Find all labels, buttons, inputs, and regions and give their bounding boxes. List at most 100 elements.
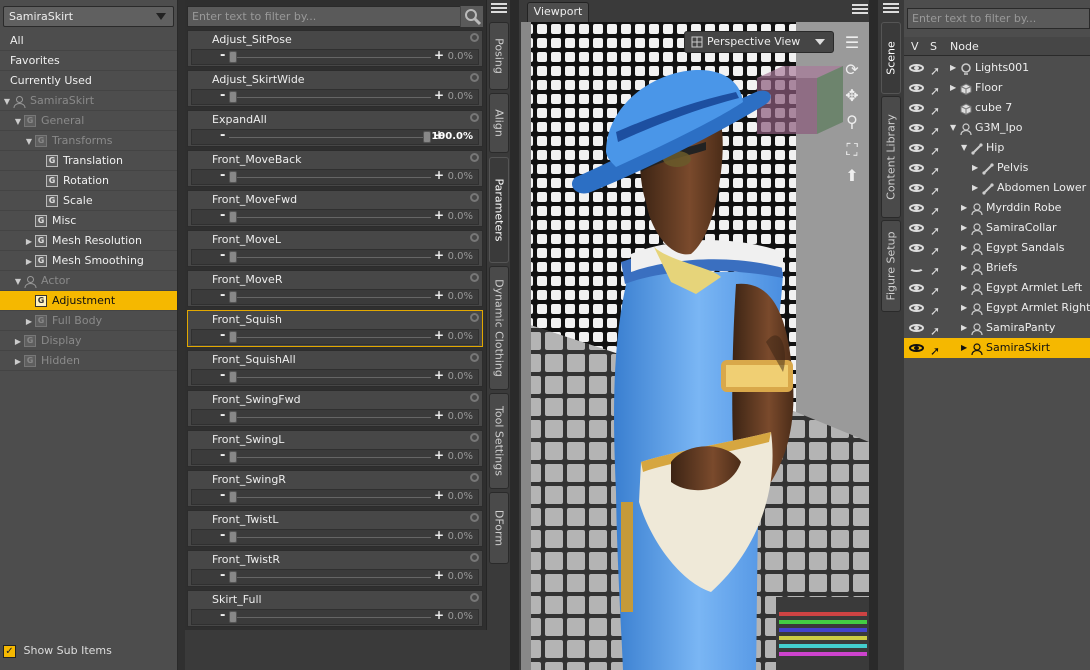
gear-icon[interactable] [470,313,479,322]
gear-icon[interactable] [470,433,479,442]
scene-node-row[interactable]: ➚ ▶ Briefs [904,258,1090,278]
tab-dynamic-clothing[interactable]: Dynamic Clothing [489,266,509,390]
visibility-eye-icon[interactable] [909,144,924,152]
decrement-icon[interactable]: - [220,608,225,623]
group-item[interactable]: Favorites [0,51,177,71]
frame-icon[interactable]: ⛶ [842,140,862,160]
slider-handle[interactable] [229,211,237,223]
parameter-value[interactable]: 0.0% [448,91,473,102]
slider-handle[interactable] [229,331,237,343]
group-item[interactable]: ▼ Actor [0,271,177,291]
visibility-eye-icon[interactable] [909,64,924,72]
parameter-slider-row[interactable]: Skirt_Full - +0.0% [187,590,483,627]
scene-node-row[interactable]: ➚ ▶ SamiraPanty [904,318,1090,338]
increment-icon[interactable]: + [434,528,444,542]
increment-icon[interactable]: + [434,568,444,582]
slider-handle[interactable] [229,51,237,63]
visibility-eye-icon[interactable] [909,124,924,132]
visibility-eye-icon[interactable] [909,84,924,92]
gear-icon[interactable] [470,153,479,162]
slider-handle[interactable] [229,251,237,263]
group-item[interactable]: G Misc [0,211,177,231]
collapse-arrow-icon[interactable]: ▶ [950,78,956,98]
decrement-icon[interactable]: - [220,248,225,263]
gear-icon[interactable] [470,273,479,282]
slider-track[interactable]: - +0.0% [191,208,479,225]
decrement-icon[interactable]: - [220,328,225,343]
expand-arrow-icon[interactable]: ▼ [3,92,11,112]
slider-track[interactable]: - +100.0% [191,128,479,145]
slider-handle[interactable] [229,91,237,103]
column-selectable[interactable]: S [930,40,937,53]
parameter-value[interactable]: 0.0% [448,571,473,582]
slider-track[interactable]: - +0.0% [191,48,479,65]
viewport-menu-icon[interactable] [852,4,868,16]
selectable-cursor-icon[interactable]: ➚ [930,341,940,361]
group-item[interactable]: ▶ G Full Body [0,311,177,331]
tab-scene[interactable]: Scene [881,22,901,94]
camera-selector-dropdown[interactable]: Perspective View [684,31,834,53]
slider-track[interactable]: - +0.0% [191,368,479,385]
slider-track[interactable]: - +0.0% [191,608,479,625]
slider-handle[interactable] [229,571,237,583]
scene-node-row[interactable]: ➚ cube 7 [904,98,1090,118]
increment-icon[interactable]: + [434,248,444,262]
node-selector-dropdown[interactable]: SamiraSkirt [3,6,174,27]
collapse-arrow-icon[interactable]: ▶ [25,232,33,252]
expand-arrow-icon[interactable]: ▼ [25,132,33,152]
slider-handle[interactable] [229,371,237,383]
decrement-icon[interactable]: - [220,488,225,503]
group-item[interactable]: ▼ G Transforms [0,131,177,151]
group-item[interactable]: G Adjustment [0,291,177,311]
parameters-filter-input[interactable]: Enter text to filter by... [187,6,483,27]
collapse-arrow-icon[interactable]: ▶ [972,178,978,198]
collapse-arrow-icon[interactable]: ▶ [961,198,967,218]
gear-icon[interactable] [470,193,479,202]
parameter-slider-row[interactable]: Front_Squish - +0.0% [187,310,483,347]
viewport-options-icon[interactable]: ☰ [842,33,862,53]
decrement-icon[interactable]: - [220,368,225,383]
decrement-icon[interactable]: - [220,448,225,463]
scene-node-row[interactable]: ➚ ▶ Abdomen Lower [904,178,1090,198]
visibility-eye-icon[interactable] [909,264,924,272]
slider-track[interactable]: - +0.0% [191,288,479,305]
parameter-value[interactable]: 0.0% [448,211,473,222]
decrement-icon[interactable]: - [220,528,225,543]
search-button[interactable] [460,6,483,27]
slider-handle[interactable] [229,451,237,463]
panel-splitter[interactable] [178,0,185,670]
collapse-arrow-icon[interactable]: ▶ [961,338,967,358]
parameter-slider-row[interactable]: Front_SquishAll - +0.0% [187,350,483,387]
group-item[interactable]: All [0,31,177,51]
gear-icon[interactable] [470,73,479,82]
scene-node-row[interactable]: ➚ ▼ G3M_Ipo [904,118,1090,138]
tab-dform[interactable]: DForm [489,492,509,564]
group-item[interactable]: ▶ G Mesh Smoothing [0,251,177,271]
slider-handle[interactable] [229,411,237,423]
decrement-icon[interactable]: - [220,128,225,143]
slider-handle[interactable] [229,491,237,503]
increment-icon[interactable]: + [434,288,444,302]
group-item[interactable]: ▼ SamiraSkirt [0,91,177,111]
tab-posing[interactable]: Posing [489,22,509,90]
visibility-eye-icon[interactable] [909,304,924,312]
parameter-slider-row[interactable]: Front_MoveL - +0.0% [187,230,483,267]
decrement-icon[interactable]: - [220,288,225,303]
decrement-icon[interactable]: - [220,48,225,63]
scene-node-row[interactable]: ➚ ▶ SamiraCollar [904,218,1090,238]
decrement-icon[interactable]: - [220,88,225,103]
collapse-arrow-icon[interactable]: ▶ [972,158,978,178]
slider-track[interactable]: - +0.0% [191,88,479,105]
increment-icon[interactable]: + [434,368,444,382]
parameter-slider-row[interactable]: Front_SwingL - +0.0% [187,430,483,467]
group-item[interactable]: ▶ G Hidden [0,351,177,371]
column-node[interactable]: Node [950,40,979,53]
group-item[interactable]: ▼ G General [0,111,177,131]
collapse-arrow-icon[interactable]: ▶ [14,332,22,352]
3d-viewport[interactable] [521,22,869,670]
tab-content-library[interactable]: Content Library [881,96,901,218]
slider-track[interactable]: - +0.0% [191,408,479,425]
slider-track[interactable]: - +0.0% [191,168,479,185]
increment-icon[interactable]: + [434,408,444,422]
decrement-icon[interactable]: - [220,168,225,183]
